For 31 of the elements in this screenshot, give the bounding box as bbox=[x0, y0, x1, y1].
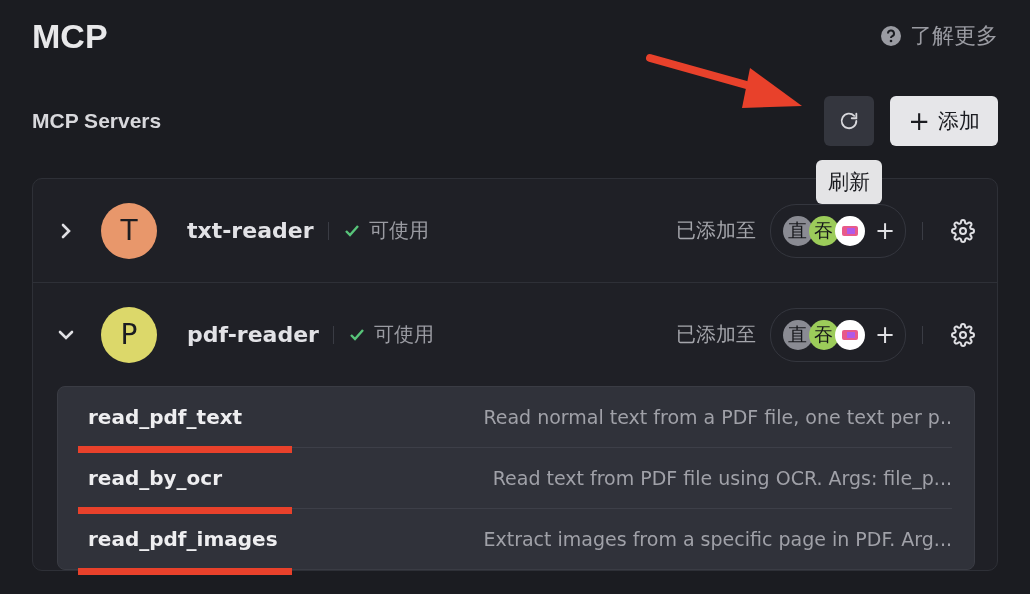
tooltip: 刷新 bbox=[816, 160, 883, 204]
status-label: 可使用 bbox=[347, 321, 434, 348]
tool-description: Read text from PDF file using OCR. Args: file_p... bbox=[492, 467, 952, 489]
added-to-label: 已添加至 bbox=[675, 321, 756, 348]
help-link[interactable]: 了解更多 bbox=[880, 21, 998, 51]
add-button[interactable]: + 添加 bbox=[890, 96, 998, 146]
section-title: MCP Servers bbox=[32, 109, 162, 133]
settings-icon[interactable] bbox=[951, 218, 975, 243]
settings-icon[interactable] bbox=[951, 322, 975, 347]
agents-pill[interactable]: 直 吞 + bbox=[769, 203, 906, 258]
server-avatar: T bbox=[101, 202, 157, 259]
server-avatar: P bbox=[101, 306, 157, 363]
tool-description: Read normal text from a PDF file, one text per p.. bbox=[483, 406, 952, 428]
server-name: pdf-reader bbox=[187, 322, 319, 347]
agent-avatar: 直 bbox=[782, 215, 813, 246]
tool-name: read_pdf_images bbox=[88, 527, 278, 551]
add-agent-icon[interactable]: + bbox=[874, 216, 895, 245]
server-name: txt-reader bbox=[187, 218, 314, 243]
tool-name: read_pdf_text bbox=[88, 405, 243, 429]
tool-name: read_by_ocr bbox=[88, 466, 223, 490]
agent-avatar: 直 bbox=[782, 319, 813, 350]
status-label: 可使用 bbox=[342, 217, 429, 244]
help-icon bbox=[880, 25, 902, 47]
agents-pill[interactable]: 直 吞 + bbox=[769, 307, 906, 362]
refresh-button[interactable] bbox=[824, 96, 875, 146]
agent-avatar: 吞 bbox=[808, 319, 839, 350]
agent-avatar: 吞 bbox=[808, 215, 839, 246]
add-agent-icon[interactable]: + bbox=[874, 320, 895, 349]
page-title: MCP bbox=[32, 16, 108, 56]
added-to-label: 已添加至 bbox=[675, 217, 756, 244]
tool-description: Extract images from a specific page in PDF. Arg... bbox=[483, 528, 952, 550]
